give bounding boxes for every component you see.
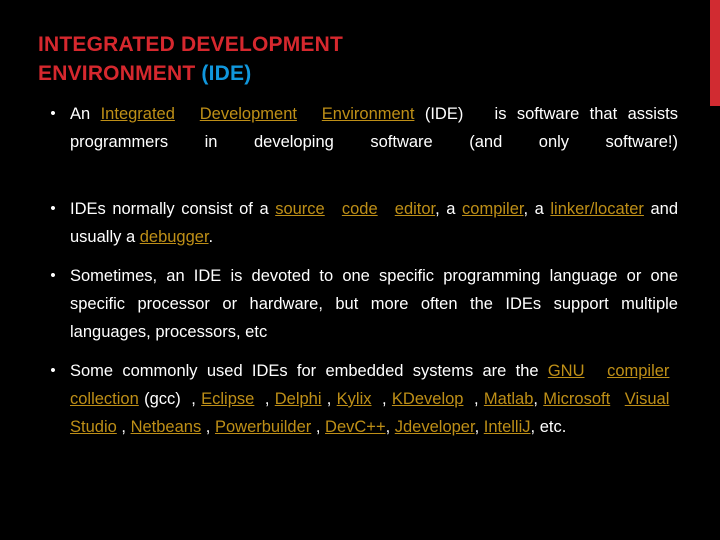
- text-run: languages, processors, etc: [70, 323, 268, 341]
- text-run: ,: [474, 418, 484, 436]
- bullet-list: • An Integrated Development Environment …: [38, 100, 678, 441]
- text-run: .: [208, 228, 214, 246]
- bullet-marker-icon: •: [50, 105, 56, 122]
- text-run: An: [70, 105, 101, 123]
- link-compiler-gcc[interactable]: compiler: [607, 362, 673, 380]
- text-run: , a: [435, 200, 463, 218]
- link-delphi[interactable]: Delphi: [275, 390, 322, 408]
- text-run: etc.: [539, 418, 567, 436]
- text-run: , a: [523, 200, 551, 218]
- link-microsoft[interactable]: Microsoft: [543, 390, 614, 408]
- text-run: ,: [201, 418, 215, 436]
- link-powerbuilder[interactable]: Powerbuilder: [215, 418, 311, 436]
- bullet-marker-icon: •: [50, 200, 56, 217]
- text-run: [673, 390, 678, 408]
- text-run: ,: [311, 418, 326, 436]
- text-run: IDEs normally consist of a: [70, 200, 276, 218]
- link-studio[interactable]: Studio: [70, 418, 117, 436]
- text-run: ,: [371, 390, 392, 408]
- text-run: ,: [116, 418, 131, 436]
- text-run: [673, 362, 678, 380]
- link-environment[interactable]: Environment: [322, 105, 415, 123]
- text-run: ,: [254, 390, 275, 408]
- text-run: [614, 390, 625, 408]
- link-visual[interactable]: Visual: [625, 390, 674, 408]
- title-line-2-main: ENVIRONMENT: [38, 62, 196, 85]
- link-devcpp[interactable]: DevC++: [325, 418, 386, 436]
- text-run: Sometimes, an IDE is devoted to one spec…: [70, 267, 678, 313]
- bullet-item-components: • IDEs normally consist of a source code…: [38, 195, 678, 251]
- page-title: INTEGRATED DEVELOPMENT ENVIRONMENT (IDE): [38, 30, 668, 88]
- bullet-item-definition: • An Integrated Development Environment …: [38, 100, 678, 184]
- text-run: Some commonly used IDEs for embedded sys…: [70, 362, 548, 380]
- accent-bar-decoration: [710, 0, 720, 106]
- link-development[interactable]: Development: [200, 105, 301, 123]
- text-run: (gcc) ,: [138, 390, 202, 408]
- bullet-item-language-specific: • Sometimes, an IDE is devoted to one sp…: [38, 262, 678, 346]
- link-integrated[interactable]: Integrated: [101, 105, 179, 123]
- link-intellij[interactable]: IntelliJ: [484, 418, 531, 436]
- bullet-item-examples: • Some commonly used IDEs for embedded s…: [38, 357, 678, 441]
- bullet-marker-icon: •: [50, 267, 56, 284]
- title-line-1: INTEGRATED DEVELOPMENT: [38, 33, 344, 56]
- link-netbeans[interactable]: Netbeans: [131, 418, 202, 436]
- link-gnu[interactable]: GNU: [548, 362, 589, 380]
- bullet-text-examples: Some commonly used IDEs for embedded sys…: [70, 357, 678, 441]
- link-jdeveloper[interactable]: Jdeveloper: [395, 418, 475, 436]
- link-debugger[interactable]: debugger: [140, 228, 209, 246]
- slide-canvas: INTEGRATED DEVELOPMENT ENVIRONMENT (IDE)…: [0, 0, 720, 540]
- bullet-marker-icon: •: [50, 362, 56, 379]
- text-run: [179, 105, 200, 123]
- text-run: [301, 105, 322, 123]
- text-run: [589, 362, 608, 380]
- link-kylix[interactable]: Kylix: [337, 390, 372, 408]
- text-run: ,: [385, 418, 395, 436]
- link-source[interactable]: source: [275, 200, 329, 218]
- text-run: [329, 200, 342, 218]
- link-code[interactable]: code: [342, 200, 382, 218]
- text-run: ,: [530, 418, 540, 436]
- bullet-text-language-specific: Sometimes, an IDE is devoted to one spec…: [70, 262, 678, 346]
- text-run: ,: [533, 390, 544, 408]
- link-collection[interactable]: collection: [70, 390, 139, 408]
- title-line-2-accent: (IDE): [201, 62, 252, 85]
- link-matlab[interactable]: Matlab: [484, 390, 534, 408]
- link-compiler[interactable]: compiler: [462, 200, 523, 218]
- link-linker-locater[interactable]: linker/locater: [550, 200, 644, 218]
- text-run: ,: [463, 390, 484, 408]
- link-kdevelop[interactable]: KDevelop: [392, 390, 464, 408]
- bullet-text-definition: An Integrated Development Environment (I…: [70, 100, 678, 184]
- text-run: [382, 200, 395, 218]
- bullet-text-components: IDEs normally consist of a source code e…: [70, 195, 678, 251]
- link-editor[interactable]: editor: [395, 200, 435, 218]
- text-run: ,: [321, 390, 337, 408]
- link-eclipse[interactable]: Eclipse: [201, 390, 254, 408]
